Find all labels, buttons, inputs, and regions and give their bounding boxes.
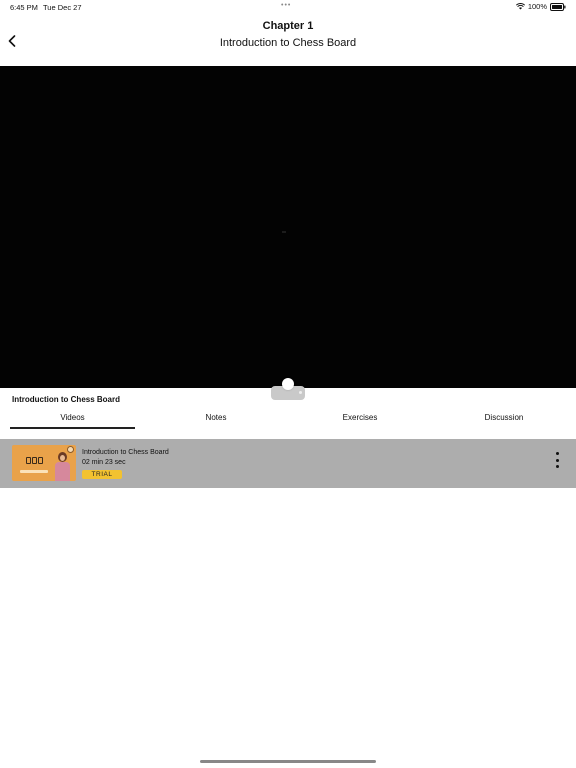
chess-pieces-graphic bbox=[26, 457, 43, 464]
battery-icon bbox=[550, 2, 566, 11]
video-title: Introduction to Chess Board bbox=[82, 449, 169, 456]
video-player[interactable] bbox=[0, 66, 576, 388]
status-time: 6:45 PM bbox=[10, 3, 38, 12]
video-duration: 02 min 23 sec bbox=[82, 459, 126, 466]
section-title: Introduction to Chess Board bbox=[12, 395, 120, 404]
video-thumbnail bbox=[12, 445, 76, 481]
nav-header: Chapter 1 Introduction to Chess Board bbox=[0, 14, 576, 66]
home-indicator[interactable] bbox=[200, 760, 376, 763]
more-options-button[interactable] bbox=[552, 451, 562, 469]
tab-discussion[interactable]: Discussion bbox=[448, 408, 560, 428]
content-tabs: Videos Notes Exercises Discussion bbox=[0, 408, 576, 430]
chapter-title: Chapter 1 bbox=[262, 20, 314, 32]
wifi-icon bbox=[515, 3, 525, 10]
multitasking-dots[interactable]: ••• bbox=[281, 2, 291, 9]
status-right: 100% bbox=[515, 2, 566, 11]
video-list-item[interactable]: Introduction to Chess Board 02 min 23 se… bbox=[0, 439, 576, 488]
status-bar: 6:45 PM Tue Dec 27 ••• 100% bbox=[0, 0, 576, 14]
trial-badge: TRIAL bbox=[82, 470, 122, 479]
player-drag-handle[interactable] bbox=[271, 378, 305, 400]
video-frame-speck bbox=[282, 231, 286, 233]
thumbnail-caption bbox=[20, 470, 48, 473]
tab-exercises[interactable]: Exercises bbox=[304, 408, 416, 428]
status-date: Tue Dec 27 bbox=[43, 3, 82, 12]
tab-videos[interactable]: Videos bbox=[10, 408, 135, 428]
handle-dot bbox=[299, 391, 302, 394]
thumbnail-logo-icon bbox=[67, 446, 74, 453]
battery-percent: 100% bbox=[527, 2, 547, 11]
more-vertical-icon bbox=[555, 452, 559, 455]
selected-tab-indicator bbox=[10, 427, 135, 429]
lesson-title: Introduction to Chess Board bbox=[219, 37, 357, 49]
presenter-image bbox=[52, 450, 72, 481]
tab-notes[interactable]: Notes bbox=[160, 408, 272, 428]
handle-knob bbox=[282, 378, 294, 390]
